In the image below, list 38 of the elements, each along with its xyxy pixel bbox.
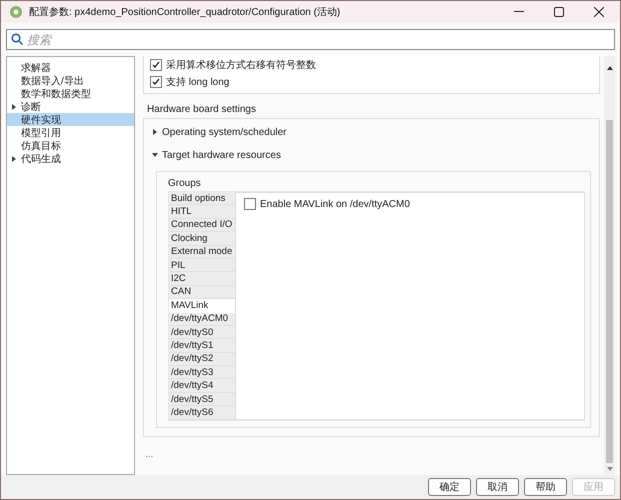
group-item[interactable]: /dev/ttyS3 bbox=[169, 366, 235, 380]
section-heading: Hardware board settings bbox=[147, 104, 257, 115]
option-label: Enable MAVLink on /dev/ttyACM0 bbox=[260, 198, 410, 210]
option-label: 采用算术移位方式右移有符号整数 bbox=[166, 58, 316, 72]
group-item[interactable]: /dev/ttyS6 bbox=[169, 406, 235, 420]
group-item[interactable]: External mode bbox=[169, 246, 235, 259]
group-item[interactable]: /dev/ttyACM0 bbox=[169, 312, 235, 326]
dialog-button[interactable]: 确定 bbox=[428, 478, 471, 496]
tree-item[interactable]: 数据导入/导出 bbox=[7, 74, 134, 87]
section-toggle[interactable]: Target hardware resources bbox=[162, 150, 281, 160]
group-item[interactable]: CAN bbox=[169, 286, 235, 300]
group-item[interactable]: Build options bbox=[169, 192, 235, 206]
group-item[interactable]: /dev/ttyS2 bbox=[169, 352, 235, 366]
tree-item[interactable]: 诊断 bbox=[7, 100, 134, 113]
group-item[interactable]: /dev/ttyS0 bbox=[169, 326, 235, 340]
tree-item[interactable]: 数学和数据类型 bbox=[7, 87, 134, 100]
group-item[interactable]: MAVLink bbox=[169, 299, 235, 313]
group-item[interactable]: /dev/ttyS1 bbox=[169, 339, 235, 353]
groups-label: Groups bbox=[168, 178, 202, 189]
tree-item[interactable]: 硬件实现 bbox=[7, 113, 134, 126]
group-item[interactable]: Clocking bbox=[169, 232, 235, 246]
group-item[interactable]: I2C bbox=[169, 272, 235, 286]
window-title: 配置参数: px4demo_PositionController_quadrotor/Configuration (活动) bbox=[29, 6, 342, 19]
tree-item[interactable]: 代码生成 bbox=[7, 152, 134, 165]
group-item[interactable]: PIL bbox=[169, 258, 235, 272]
group-item[interactable]: HITL bbox=[169, 205, 235, 219]
tree-item[interactable]: 求解器 bbox=[7, 61, 134, 74]
section-toggle[interactable]: Operating system/scheduler bbox=[162, 126, 287, 138]
tree-item[interactable]: 仿真目标 bbox=[7, 139, 134, 152]
ellipsis-text: ... bbox=[145, 448, 154, 460]
option-label: 支持 long long bbox=[166, 76, 230, 89]
search-field[interactable]: 搜索 bbox=[6, 29, 615, 50]
group-item[interactable]: /dev/ttyS4 bbox=[169, 379, 235, 393]
tree-item[interactable]: 模型引用 bbox=[7, 126, 134, 139]
dialog-button[interactable]: 帮助 bbox=[524, 478, 567, 496]
dialog-button[interactable]: 取消 bbox=[476, 478, 519, 496]
group-item[interactable]: /dev/ttyS5 bbox=[169, 392, 235, 406]
group-item[interactable]: Connected I/O bbox=[169, 218, 235, 232]
